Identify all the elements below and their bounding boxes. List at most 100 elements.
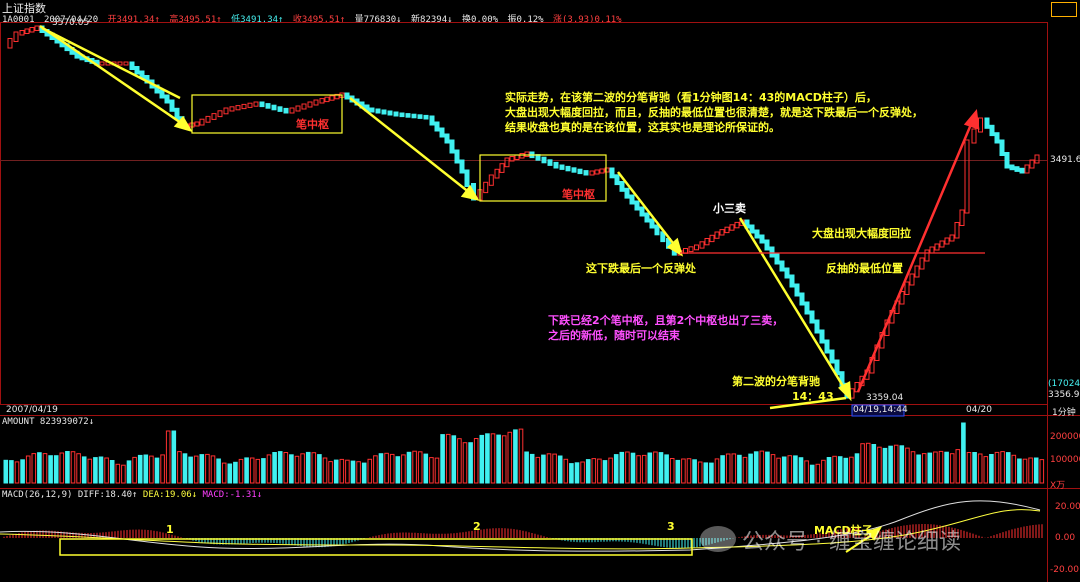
candle: [934, 243, 940, 251]
amount-bar: [76, 453, 81, 484]
candle: [524, 151, 530, 157]
macd-tick-neg20: -20.00: [1050, 565, 1080, 575]
macd-dea: DEA:19.06↓: [142, 490, 198, 500]
amount-bar: [81, 456, 87, 484]
amount-bar: [115, 463, 121, 484]
amount-bar: [742, 456, 748, 484]
macd-marker-2: 2: [473, 520, 481, 533]
amount-bar: [563, 458, 569, 484]
candle: [253, 101, 259, 107]
amount-bar: [311, 452, 317, 484]
candle: [277, 106, 283, 112]
candle: [483, 181, 489, 194]
candle: [559, 164, 565, 170]
amount-bar: [205, 453, 210, 484]
amount-bar: [697, 461, 703, 484]
candle: [499, 163, 505, 173]
amount-bar: [535, 456, 541, 484]
candle: [784, 267, 790, 279]
amount-bar: [59, 452, 65, 484]
candle: [789, 274, 795, 288]
amount-bar: [188, 456, 193, 484]
candle: [565, 165, 571, 172]
amount-bar: [367, 458, 373, 484]
candle: [381, 109, 387, 115]
period-label[interactable]: 1分钟: [1052, 405, 1076, 418]
amount-bar: [289, 454, 294, 484]
candle: [814, 319, 820, 334]
amount-bar: [597, 458, 602, 484]
amount-bar: [333, 459, 339, 484]
amount-bar: [462, 442, 468, 484]
amount-bar: [440, 434, 445, 484]
candle: [217, 110, 223, 118]
macd-diff: DIFF:18.40↑: [77, 490, 138, 500]
candle: [609, 167, 615, 179]
amount-bar: [277, 451, 283, 484]
candle: [774, 253, 780, 265]
candle: [164, 94, 170, 104]
candle: [405, 113, 411, 118]
candle: [994, 132, 1000, 144]
rally-arrow: [856, 108, 980, 393]
candle: [344, 92, 350, 100]
amount-bar: [238, 458, 244, 484]
amount-bar: [378, 453, 384, 484]
amount-bar: [921, 453, 927, 484]
amount-bar: [261, 458, 266, 484]
candle: [24, 28, 30, 34]
amount-bar: [233, 461, 238, 484]
amount-bar: [849, 456, 854, 484]
candle: [247, 102, 253, 108]
amount-bar: [317, 454, 322, 484]
candle: [211, 113, 217, 120]
amount-bar: [121, 464, 126, 484]
candle: [924, 249, 930, 262]
candle: [13, 31, 19, 42]
candle: [488, 174, 494, 186]
candle: [205, 115, 211, 123]
candle: [624, 187, 630, 199]
macd-params: MACD(26,12,9): [2, 490, 73, 500]
candle: [749, 224, 755, 234]
amount-bar: [961, 422, 966, 484]
amount-bar: [944, 451, 949, 484]
candle: [724, 226, 730, 234]
candle: [19, 30, 25, 36]
center-label-2: 笔中枢: [562, 188, 595, 201]
amount-bar: [686, 458, 692, 484]
candle: [734, 221, 740, 229]
amount-bar: [1033, 457, 1039, 484]
amount-bar: [384, 452, 389, 484]
candle: [329, 95, 335, 101]
pink-annotation: 下跌已经2个笔中枢，且第2个中枢也出了三卖， 之后的新低，随时可以结束: [548, 313, 783, 343]
candle: [589, 170, 595, 176]
second-wave-label: 第二波的分笔背驰: [732, 375, 820, 388]
amount-bar: [776, 457, 781, 484]
annotation-arrows: [39, 24, 852, 410]
amount-bar: [821, 459, 826, 484]
amount-bar: [423, 453, 429, 484]
amount-unit: X万: [1050, 481, 1066, 491]
amount-bar: [300, 453, 305, 484]
candle: [411, 113, 417, 119]
amount-bar: [843, 457, 849, 484]
amount-bar: [496, 434, 501, 484]
time-1443-label: 14：43: [792, 390, 834, 403]
amount-bar: [669, 458, 675, 484]
amount-bar: [182, 453, 188, 484]
amount-bar: [737, 454, 742, 484]
candle: [644, 212, 650, 223]
amount-bar: [854, 453, 860, 484]
candle: [999, 139, 1005, 156]
annotation-line-3: 结果收盘也真的是在该位置，这其实也是理论所保证的。: [505, 121, 780, 134]
macd-tick-0: 0.00: [1055, 533, 1076, 543]
candle: [307, 101, 313, 108]
candle: [639, 206, 645, 217]
amount-bar: [339, 458, 345, 484]
amount-bar: [541, 454, 546, 484]
amount-bar: [137, 454, 143, 484]
amount-bar: [546, 453, 552, 484]
candle: [129, 61, 135, 70]
candle: [714, 231, 720, 239]
